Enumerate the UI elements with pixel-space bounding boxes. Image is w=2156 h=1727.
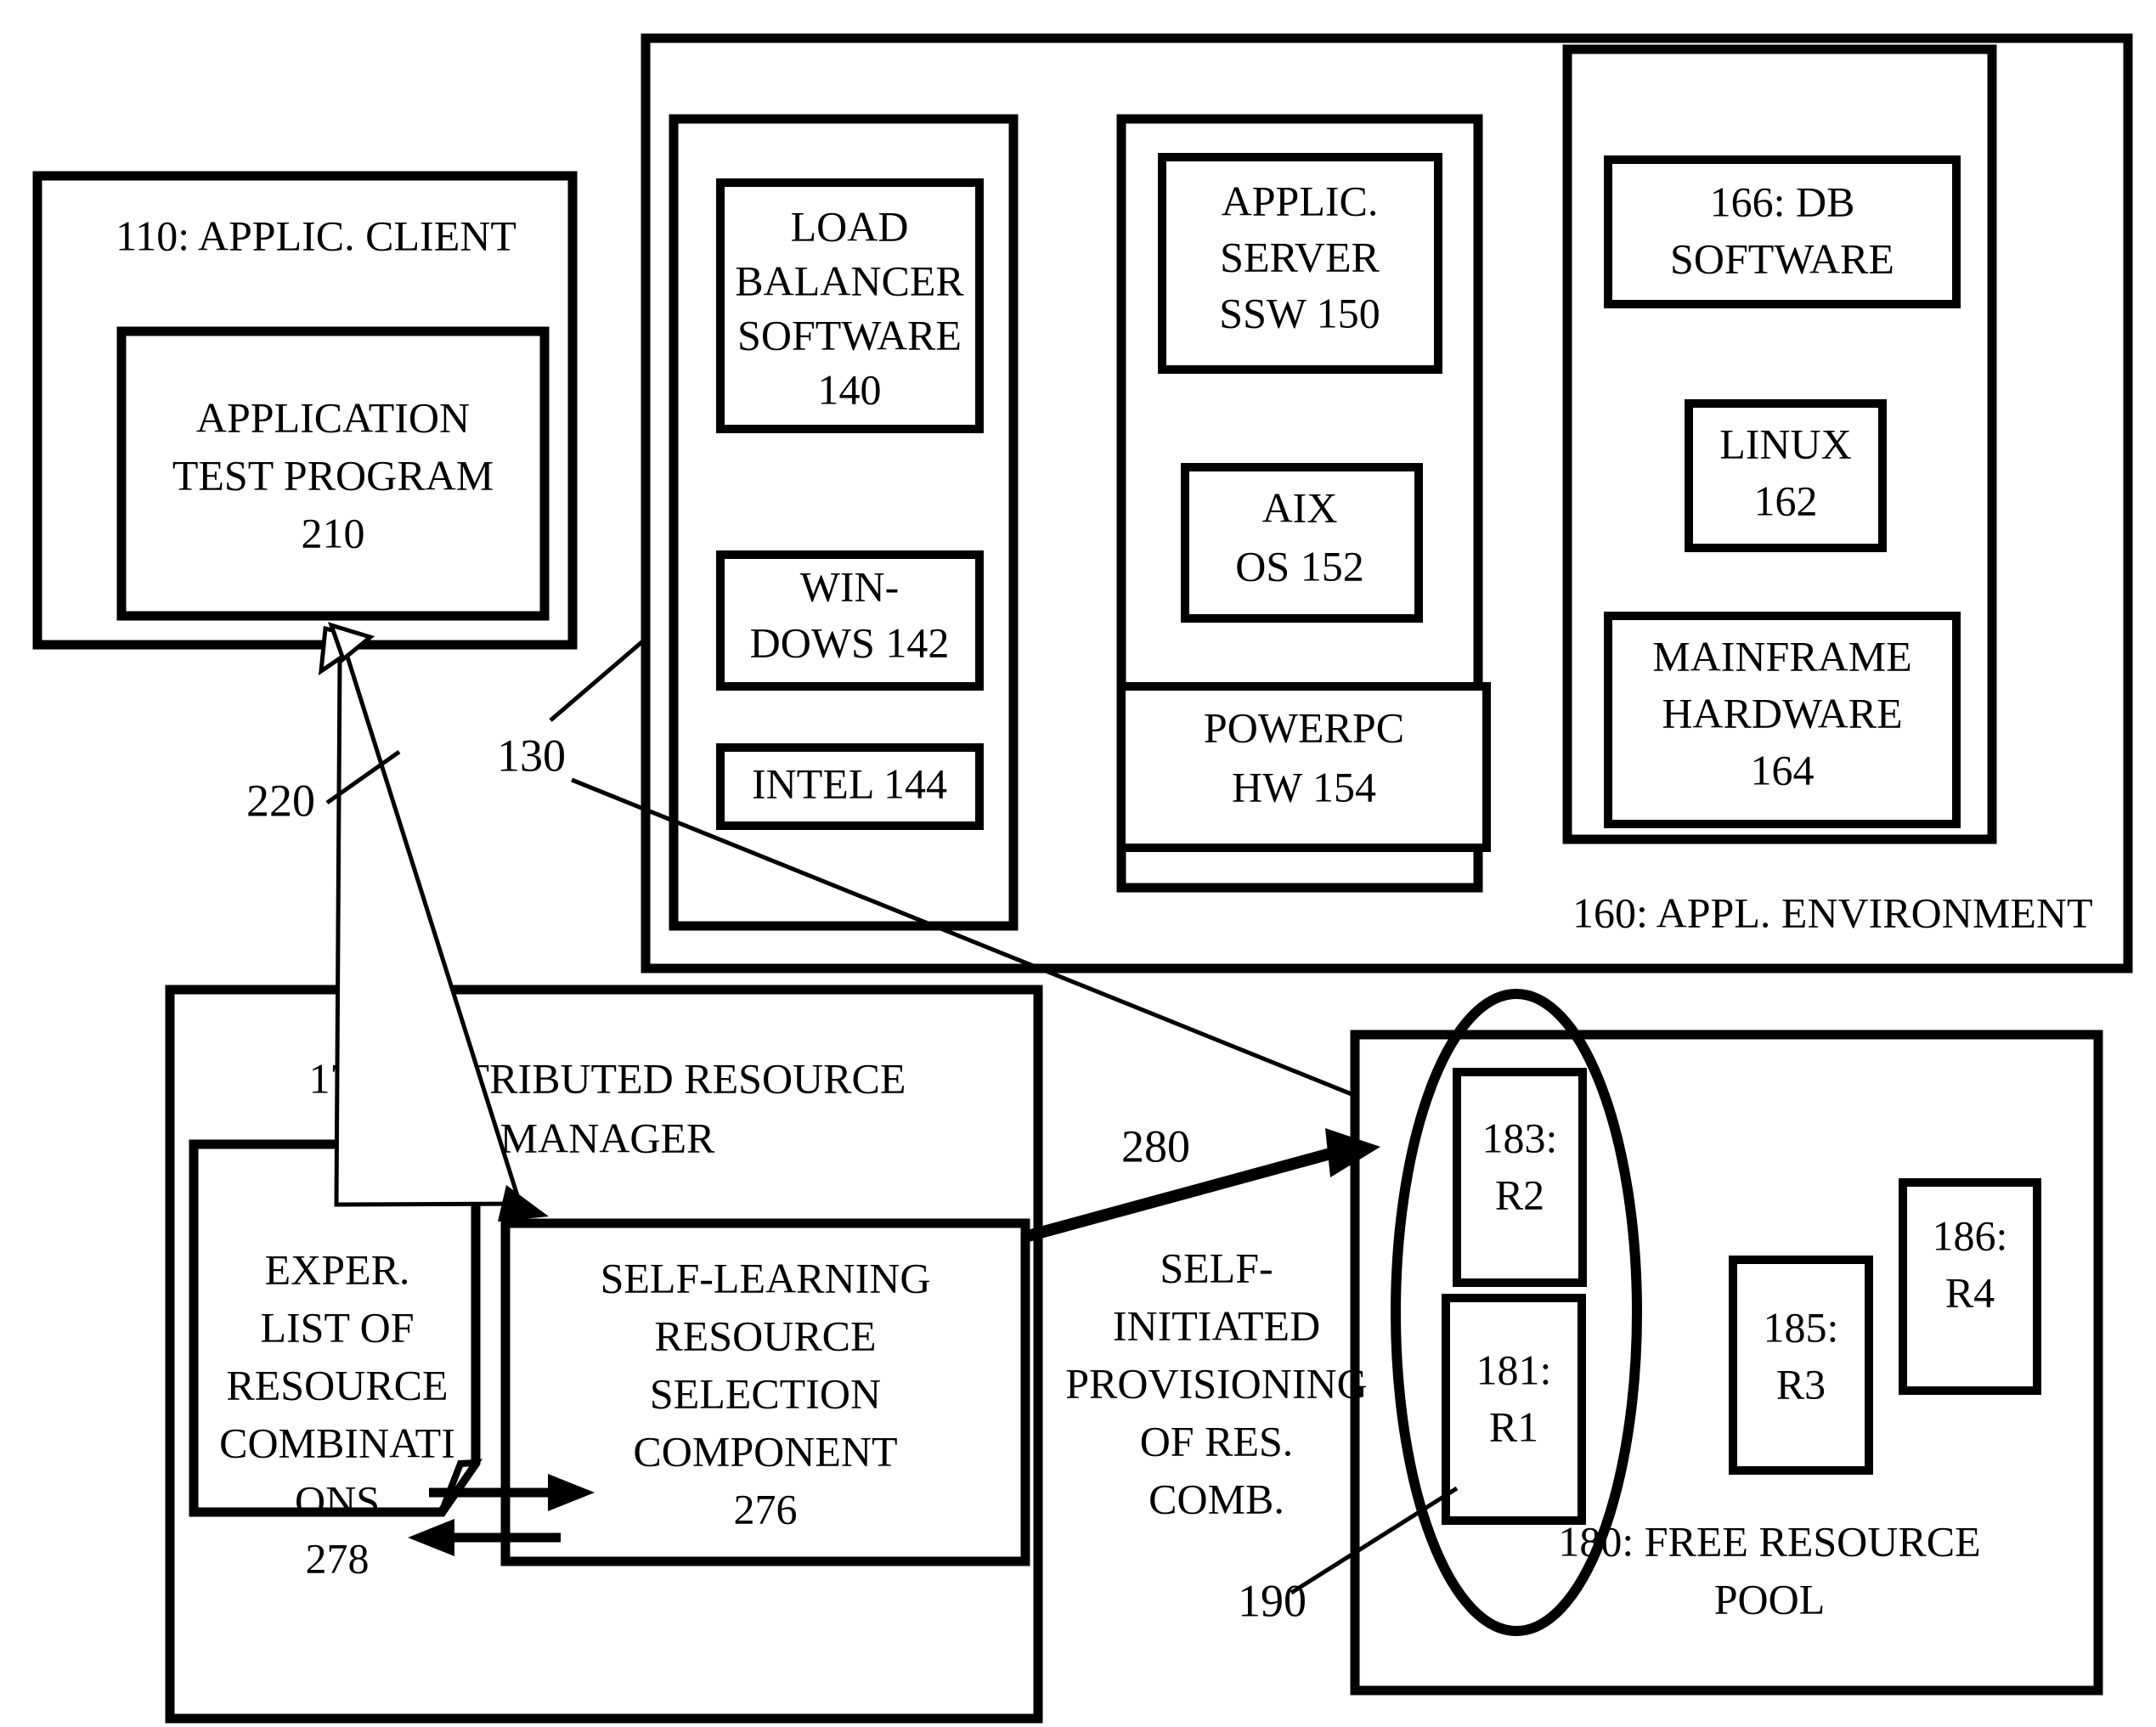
free-resource-pool-label-line-2: POOL [1714,1575,1826,1623]
box-applic-server-line-3: SSW 150 [1219,289,1380,336]
box-windows-142-line-1: WIN- [800,562,900,610]
box-linux-162-line-1: LINUX [1719,420,1852,467]
ref-label-280: 280 [1121,1120,1190,1171]
resource-r2-line-2: R2 [1495,1171,1544,1218]
provisioning-caption-line-5: COMB. [1149,1475,1284,1522]
ref-label-130: 130 [497,730,566,781]
ref-label-190: 190 [1238,1575,1307,1626]
box-windows-142-line-2: DOWS 142 [750,618,950,666]
resource-r1-line-1: 181: [1476,1346,1552,1393]
selection-component-line-1: SELF-LEARNING [601,1254,931,1301]
box-powerpc-hw-154-line-2: HW 154 [1232,763,1376,810]
leader-line-130-upper [549,637,647,722]
patent-figure: LOAD BALANCER SOFTWARE 140 WIN- DOWS 142… [0,0,2156,1727]
figure-canvas: LOAD BALANCER SOFTWARE 140 WIN- DOWS 142… [32,33,2133,1724]
box-db-software-166-line-1: 166: DB [1710,178,1855,225]
box-mainframe-hardware-164-line-2: HARDWARE [1662,689,1902,737]
selection-component-line-5: 276 [734,1485,798,1532]
box-load-balancer-software-line-3: SOFTWARE [737,311,962,358]
box-application-test-program-line-2: TEST PROGRAM [172,451,494,499]
box-applic-server-line-2: SERVER [1220,233,1380,280]
selection-component-line-2: RESOURCE [654,1312,876,1359]
box-load-balancer-software-line-2: BALANCER [735,257,964,304]
arrow-component-to-list-head [408,1519,454,1556]
experience-list-line-3: RESOURCE [226,1361,448,1408]
box-mainframe-hardware-164-line-3: 164 [1751,746,1815,793]
box-load-balancer-software-line-1: LOAD [791,202,909,250]
drm-label-line-2: MANAGER [500,1114,715,1161]
arrow-220-down-head [498,1185,549,1222]
ref-label-220: 220 [246,775,315,826]
provisioning-caption-line-3: PROVISIONING [1065,1359,1368,1407]
box-db-software-166-line-2: SOFTWARE [1670,234,1894,282]
box-load-balancer-software-line-4: 140 [818,365,882,413]
box-linux-162-line-2: 162 [1754,477,1818,524]
hollow-arrow-220-shaft [318,625,523,1207]
box-powerpc-hw-154-line-1: POWERPC [1204,703,1404,751]
provisioning-caption-line-1: SELF- [1160,1244,1273,1291]
selection-component-line-3: SELECTION [650,1369,881,1417]
resource-r3-line-1: 185: [1764,1303,1839,1351]
experience-list-line-1: EXPER. [265,1245,410,1293]
box-aix-os-152-line-1: AIX [1262,483,1338,531]
provisioning-caption-line-4: OF RES. [1140,1417,1294,1465]
resource-r2-line-1: 183: [1482,1114,1558,1161]
resource-r4-line-1: 186: [1933,1211,2008,1259]
selection-component-line-4: COMPONENT [633,1427,897,1475]
experience-list-line-4: COMBINATI [219,1419,455,1466]
box-aix-os-152-line-2: OS 152 [1235,542,1363,590]
free-resource-pool-label-line-1: 180: FREE RESOURCE [1558,1517,1980,1565]
box-applic-server-line-1: APPLIC. [1222,177,1379,224]
experience-list-line-2: LIST OF [260,1303,414,1351]
box-application-test-program-line-3: 210 [302,509,365,556]
resource-r3-line-2: R3 [1776,1360,1826,1408]
experience-list-line-5: ONS [295,1476,380,1524]
appl-environment-label: 160: APPL. ENVIRONMENT [1572,889,2093,936]
resource-r1-line-2: R1 [1489,1402,1538,1450]
provisioning-caption-line-2: INITIATED [1113,1301,1320,1349]
box-application-test-program-line-1: APPLICATION [196,393,470,441]
applic-client-label: 110: APPLIC. CLIENT [116,212,516,259]
box-intel-144-line-1: INTEL 144 [752,759,947,807]
resource-r4-line-2: R4 [1945,1268,1995,1316]
box-mainframe-hardware-164-line-1: MAINFRAME [1652,632,1912,680]
experience-list-line-6: 278 [306,1534,370,1582]
